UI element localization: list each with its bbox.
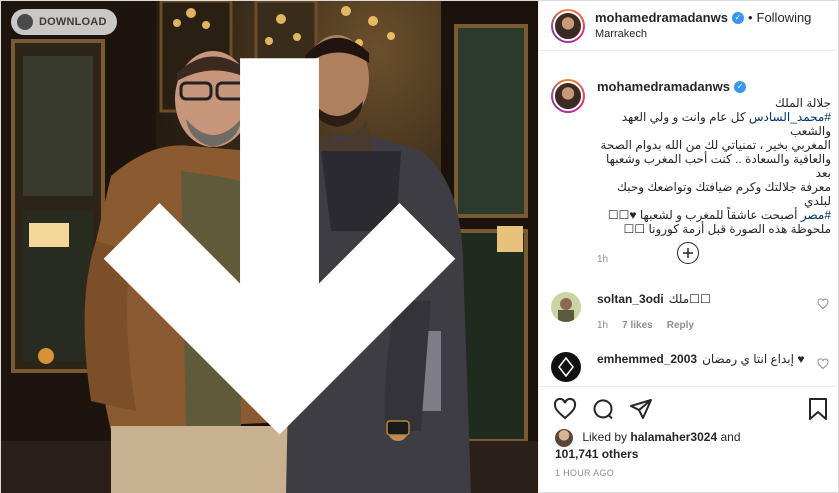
bookmark-icon[interactable] xyxy=(807,397,829,421)
caption-line: #محمد_السادس كل عام وانت و ولي العهد وال… xyxy=(621,110,831,138)
caption-time: 1h xyxy=(597,254,609,265)
hashtag-link[interactable]: #محمد_السادس xyxy=(749,110,831,124)
liker-avatar[interactable] xyxy=(555,429,573,447)
posted-time[interactable]: 1 HOUR AGO xyxy=(555,468,614,478)
likes-prefix: Liked by xyxy=(582,430,628,445)
likes-count[interactable]: 101,741 others xyxy=(555,447,638,461)
instagram-post: DOWNLOAD mohamedramadanws ✓ • Following … xyxy=(0,0,839,493)
action-bar xyxy=(553,397,653,421)
header-username[interactable]: mohamedramadanws xyxy=(595,10,728,26)
comment-heart-icon[interactable] xyxy=(817,298,829,310)
caption-line: #مصر أصبحت عاشقاً للمغرب و لشعبها ♥☐☐ xyxy=(607,208,831,222)
comment-username[interactable]: emhemmed_2003 xyxy=(597,352,697,366)
hashtag-link[interactable]: #مصر xyxy=(801,208,831,222)
comment-icon[interactable] xyxy=(591,397,615,421)
likes-conj: and xyxy=(720,430,741,445)
liker-username[interactable]: halamaher3024 xyxy=(630,430,717,444)
caption-line: ملحوظة هذه الصورة قبل أزمة كورونا ☐☐ xyxy=(623,222,831,236)
post-header: mohamedramadanws ✓ • Following Marrakech xyxy=(539,1,839,51)
caption-line: معرفة جلالتك وكرم ضيافتك وتواضعك وحبك لب… xyxy=(617,180,831,208)
post-actions-area: Liked by halamaher3024 and 101,741 other… xyxy=(539,386,839,493)
post-side-panel: mohamedramadanws ✓ • Following Marrakech… xyxy=(538,1,839,493)
verified-badge-icon: ✓ xyxy=(733,80,746,93)
caption-line: جلالة الملك xyxy=(774,96,831,110)
caption-text: جلالة الملك #محمد_السادس كل عام وانت و و… xyxy=(597,96,831,236)
following-button[interactable]: Following xyxy=(757,10,812,26)
heart-icon[interactable] xyxy=(553,397,577,421)
likes-summary: Liked by halamaher3024 and 101,741 other… xyxy=(555,429,835,462)
comment-likes[interactable]: 7 likes xyxy=(622,320,653,331)
comment-time: 1h xyxy=(597,320,609,331)
caption-avatar[interactable] xyxy=(551,79,585,113)
comment-item: soltan_3odi ملك☐☐ 1h 7 likes Reply xyxy=(551,292,833,331)
location-link[interactable]: Marrakech xyxy=(595,26,811,42)
comment-username[interactable]: soltan_3odi xyxy=(597,292,664,306)
comment-item: emhemmed_2003 إبداع انتا ي رمضان ♥ xyxy=(551,352,833,382)
reply-button[interactable]: Reply xyxy=(667,320,694,331)
verified-badge-icon: ✓ xyxy=(731,11,744,24)
comment-text: ملك☐☐ xyxy=(668,292,711,306)
comments-section[interactable]: mohamedramadanws ✓ جلالة الملك #محمد_الس… xyxy=(539,52,839,386)
caption-line: المغربي بخير ، تمنياتي لك من الله بدوام … xyxy=(600,138,831,152)
comment-avatar[interactable] xyxy=(551,292,581,322)
post-photo[interactable]: DOWNLOAD xyxy=(1,1,538,493)
comment-text: إبداع انتا ي رمضان ♥ xyxy=(702,352,805,366)
share-icon[interactable] xyxy=(629,397,653,421)
caption-username[interactable]: mohamedramadanws xyxy=(597,79,730,94)
caption-line: والعافية والسعادة .. كنت أحب المغرب وشعب… xyxy=(606,152,831,180)
plus-circle-icon[interactable] xyxy=(677,242,699,264)
comment-heart-icon[interactable] xyxy=(817,358,829,370)
caption: mohamedramadanws ✓ جلالة الملك #محمد_الس… xyxy=(551,79,831,265)
profile-avatar[interactable] xyxy=(551,8,585,43)
download-icon xyxy=(17,14,456,435)
comment-avatar[interactable] xyxy=(551,352,581,382)
header-separator: • xyxy=(747,9,753,25)
download-button[interactable]: DOWNLOAD xyxy=(11,9,456,435)
